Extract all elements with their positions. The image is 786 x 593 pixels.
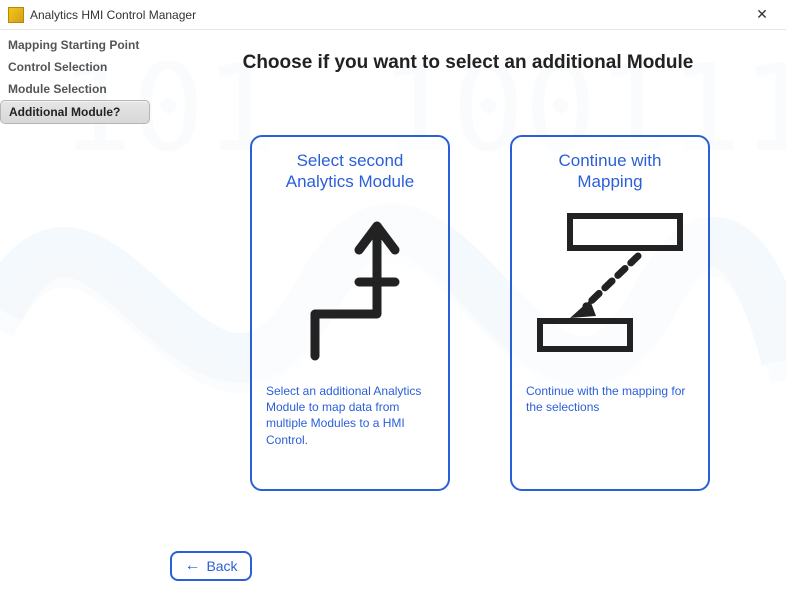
back-button[interactable]: ← Back [170,551,252,581]
card-description: Select an additional Analytics Module to… [266,383,434,448]
step-module-selection[interactable]: Module Selection [0,78,150,100]
card-row: Select second Analytics Module Select an… [250,135,710,491]
step-mapping-starting-point[interactable]: Mapping Starting Point [0,34,150,56]
content-area: 101 1001110 Mapping Starting Point Contr… [0,30,786,593]
branch-arrow-icon [266,201,434,371]
card-continue-mapping[interactable]: Continue with Mapping Continue with the … [510,135,710,491]
close-icon: ✕ [756,6,768,23]
close-button[interactable]: ✕ [742,1,782,29]
titlebar: Analytics HMI Control Manager ✕ [0,0,786,30]
box-to-box-arrow-icon [526,201,694,371]
back-button-label: Back [206,558,237,574]
arrow-left-icon: ← [184,558,200,574]
window-title: Analytics HMI Control Manager [30,8,742,22]
step-additional-module[interactable]: Additional Module? [0,100,150,124]
card-select-second-module[interactable]: Select second Analytics Module Select an… [250,135,450,491]
step-control-selection[interactable]: Control Selection [0,56,150,78]
sidebar-steps: Mapping Starting Point Control Selection… [0,30,150,124]
page-heading: Choose if you want to select an addition… [170,52,766,74]
card-description: Continue with the mapping for the select… [526,383,694,415]
app-icon [8,7,24,23]
card-title: Continue with Mapping [526,147,694,195]
card-title: Select second Analytics Module [266,147,434,195]
